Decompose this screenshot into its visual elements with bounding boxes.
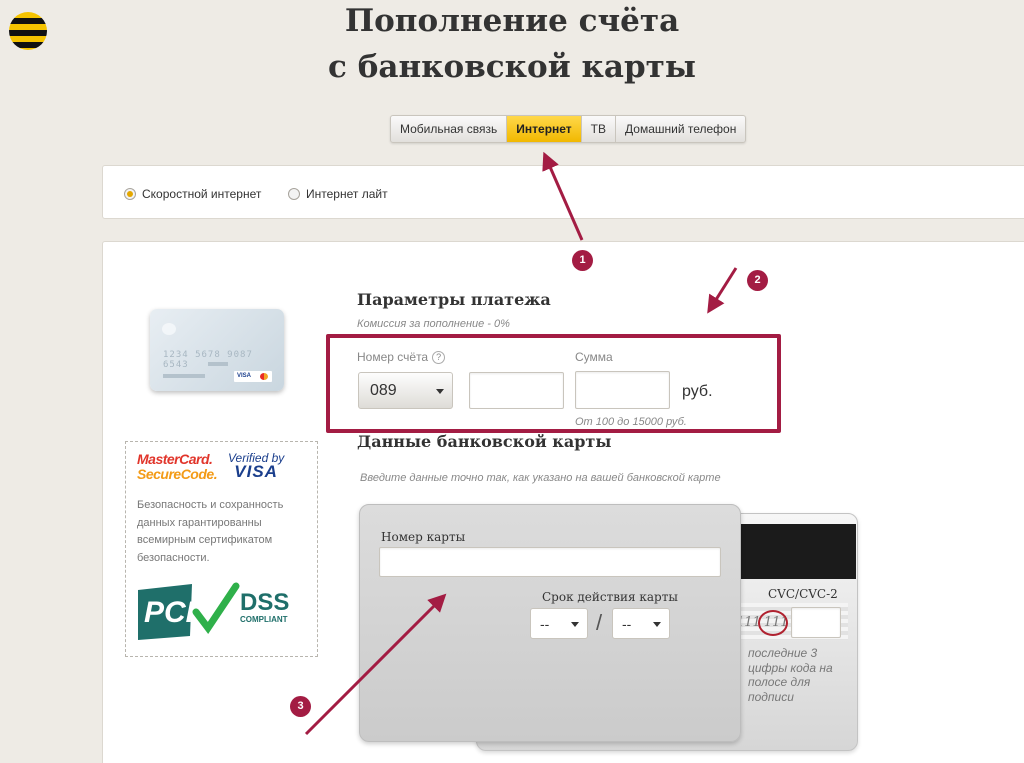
page-subtitle: с банковской карты bbox=[328, 49, 696, 85]
card-number-input[interactable] bbox=[379, 547, 721, 577]
cvc-label: CVC/CVC-2 bbox=[768, 587, 838, 601]
expiry-month-select[interactable]: -- bbox=[530, 608, 588, 639]
tab-internet[interactable]: Интернет bbox=[507, 116, 582, 142]
cvc-input[interactable] bbox=[791, 607, 841, 638]
radio-label: Скоростной интернет bbox=[142, 187, 262, 201]
expiry-label: Срок действия карты bbox=[542, 590, 678, 604]
expiry-year-select[interactable]: -- bbox=[612, 608, 670, 639]
chevron-down-icon bbox=[571, 621, 579, 627]
annotation-badge-3: 3 bbox=[290, 696, 311, 717]
card-data-heading: Данные банковской карты bbox=[357, 432, 612, 451]
radio-selected-icon[interactable] bbox=[124, 188, 136, 200]
annotation-badge-1: 1 bbox=[572, 250, 593, 271]
card-data-hint: Введите данные точно так, как указано на… bbox=[360, 472, 721, 484]
radio-unselected-icon[interactable] bbox=[288, 188, 300, 200]
verified-by-visa-logo: Verified by VISA bbox=[228, 451, 285, 481]
annotation-badge-2: 2 bbox=[747, 270, 768, 291]
card-illustration-number: 1234 5678 9087 6543 bbox=[163, 350, 253, 370]
service-type-panel: Скоростной интернет Интернет лайт bbox=[102, 165, 1024, 219]
annotation-highlight-box bbox=[326, 334, 781, 433]
security-description: Безопасность и сохранность данных гарант… bbox=[137, 499, 284, 564]
payment-params-heading: Параметры платежа bbox=[357, 290, 551, 309]
cvc-note: последние 3 цифры кода на полосе для под… bbox=[748, 646, 833, 704]
card-number-label: Номер карты bbox=[381, 530, 466, 544]
service-tabs: Мобильная связь Интернет ТВ Домашний тел… bbox=[390, 115, 747, 143]
svg-text:PCI: PCI bbox=[144, 596, 195, 629]
tab-tv[interactable]: ТВ bbox=[582, 116, 617, 142]
tab-home-phone[interactable]: Домашний телефон bbox=[616, 116, 745, 142]
svg-text:COMPLIANT: COMPLIANT bbox=[240, 615, 288, 624]
security-info-box: MasterCard. SecureCode. Verified by VISA… bbox=[125, 441, 318, 657]
page-title: Пополнение счёта bbox=[344, 3, 680, 39]
magnetic-stripe bbox=[738, 524, 856, 579]
tab-mobile[interactable]: Мобильная связь bbox=[391, 116, 508, 142]
pci-dss-logo: PCI DSS COMPLIANT bbox=[138, 582, 289, 640]
commission-note: Комиссия за пополнение - 0% bbox=[357, 318, 510, 330]
expiry-separator: / bbox=[596, 610, 603, 635]
chevron-down-icon bbox=[653, 621, 661, 627]
mastercard-securecode-logo: MasterCard. SecureCode. bbox=[137, 451, 218, 482]
visa-mastercard-logo: VISA bbox=[234, 371, 272, 382]
radio-label: Интернет лайт bbox=[306, 187, 388, 201]
bank-card-illustration: 1234 5678 9087 6543 VISA bbox=[150, 309, 284, 391]
radio-internet-lite[interactable]: Интернет лайт bbox=[288, 187, 388, 201]
radio-high-speed-internet[interactable]: Скоростной интернет bbox=[124, 187, 261, 201]
svg-text:DSS: DSS bbox=[240, 589, 289, 616]
cvc-highlight-circle bbox=[758, 610, 788, 636]
